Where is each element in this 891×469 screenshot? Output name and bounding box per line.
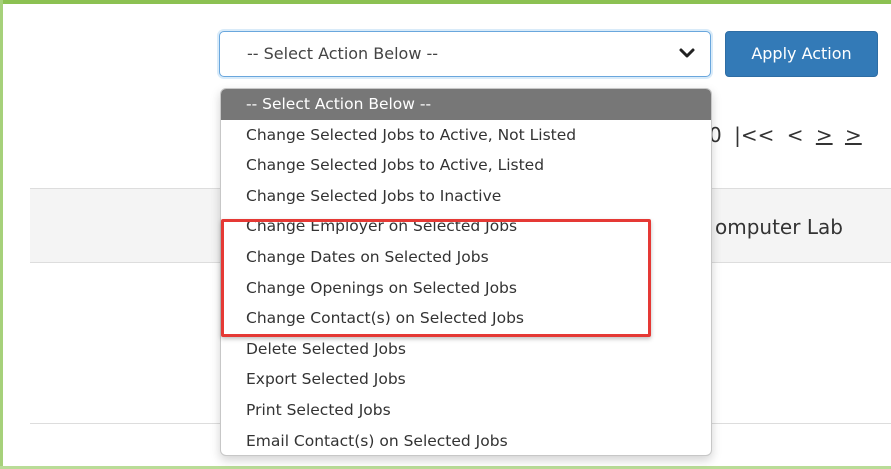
action-dropdown-list: -- Select Action Below -- Change Selecte…: [220, 88, 712, 456]
dropdown-item-active-not-listed[interactable]: Change Selected Jobs to Active, Not List…: [221, 120, 711, 151]
prev-page-link[interactable]: <: [787, 123, 804, 147]
dropdown-item-change-dates[interactable]: Change Dates on Selected Jobs: [221, 242, 711, 273]
dropdown-item-change-openings[interactable]: Change Openings on Selected Jobs: [221, 273, 711, 304]
column-heading-computer-lab[interactable]: omputer Lab: [715, 215, 843, 239]
pagination: 0 |<< < > >: [709, 123, 868, 147]
first-page-link[interactable]: |<<: [734, 123, 774, 147]
last-page-link[interactable]: >: [845, 123, 862, 147]
top-accent-bar: [0, 0, 891, 4]
dropdown-item-export[interactable]: Export Selected Jobs: [221, 364, 711, 395]
dropdown-item-delete[interactable]: Delete Selected Jobs: [221, 334, 711, 365]
dropdown-item-change-contacts[interactable]: Change Contact(s) on Selected Jobs: [221, 303, 711, 334]
dropdown-item-inactive[interactable]: Change Selected Jobs to Inactive: [221, 181, 711, 212]
chevron-down-icon: [679, 48, 695, 58]
dropdown-item-email-contacts[interactable]: Email Contact(s) on Selected Jobs: [221, 426, 711, 455]
page: 0 |<< < > > omputer Lab -- Select Action…: [0, 0, 891, 469]
action-select[interactable]: -- Select Action Below --: [219, 31, 711, 77]
dropdown-item-change-employer[interactable]: Change Employer on Selected Jobs: [221, 211, 711, 242]
left-accent-bar: [0, 0, 3, 469]
action-select-value: -- Select Action Below --: [247, 44, 439, 63]
next-page-link[interactable]: >: [816, 123, 833, 147]
dropdown-item-print[interactable]: Print Selected Jobs: [221, 395, 711, 426]
dropdown-item-active-listed[interactable]: Change Selected Jobs to Active, Listed: [221, 150, 711, 181]
apply-action-button[interactable]: Apply Action: [725, 31, 878, 77]
dropdown-item-select-action[interactable]: -- Select Action Below --: [221, 89, 711, 120]
